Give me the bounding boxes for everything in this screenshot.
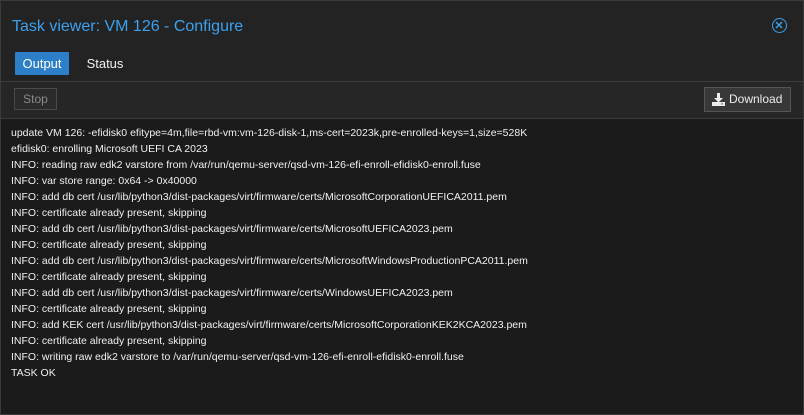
download-button[interactable]: Download <box>704 87 791 112</box>
log-line: INFO: certificate already present, skipp… <box>11 207 207 219</box>
download-label: Download <box>729 92 783 106</box>
task-log-output: update VM 126: -efidisk0 efitype=4m,file… <box>1 119 803 414</box>
log-line: INFO: reading raw edk2 varstore from /va… <box>11 159 481 171</box>
stop-button[interactable]: Stop <box>14 88 57 110</box>
log-line: efidisk0: enrolling Microsoft UEFI CA 20… <box>11 143 208 155</box>
log-line: INFO: certificate already present, skipp… <box>11 335 207 347</box>
close-icon[interactable] <box>772 18 787 33</box>
task-viewer-window: Task viewer: VM 126 - Configure Output S… <box>0 0 804 415</box>
log-line: INFO: var store range: 0x64 -> 0x40000 <box>11 175 197 187</box>
log-line: INFO: add db cert /usr/lib/python3/dist-… <box>11 223 453 235</box>
log-line: TASK OK <box>11 367 56 379</box>
tab-bar: Output Status <box>1 45 803 82</box>
window-title: Task viewer: VM 126 - Configure <box>12 18 244 35</box>
log-line: INFO: certificate already present, skipp… <box>11 303 207 315</box>
close-x-glyph <box>775 21 783 29</box>
log-line: INFO: add db cert /usr/lib/python3/dist-… <box>11 287 453 299</box>
download-icon <box>712 93 725 106</box>
log-line: INFO: certificate already present, skipp… <box>11 271 207 283</box>
log-line: INFO: add db cert /usr/lib/python3/dist-… <box>11 255 528 267</box>
toolbar: Stop Download <box>1 82 803 119</box>
title-bar: Task viewer: VM 126 - Configure <box>1 1 803 45</box>
log-line: INFO: certificate already present, skipp… <box>11 239 207 251</box>
log-line: INFO: writing raw edk2 varstore to /var/… <box>11 351 464 363</box>
tab-status[interactable]: Status <box>79 52 131 75</box>
log-line: INFO: add db cert /usr/lib/python3/dist-… <box>11 191 507 203</box>
log-line: update VM 126: -efidisk0 efitype=4m,file… <box>11 127 528 139</box>
log-line: INFO: add KEK cert /usr/lib/python3/dist… <box>11 319 527 331</box>
tab-output[interactable]: Output <box>15 52 69 75</box>
